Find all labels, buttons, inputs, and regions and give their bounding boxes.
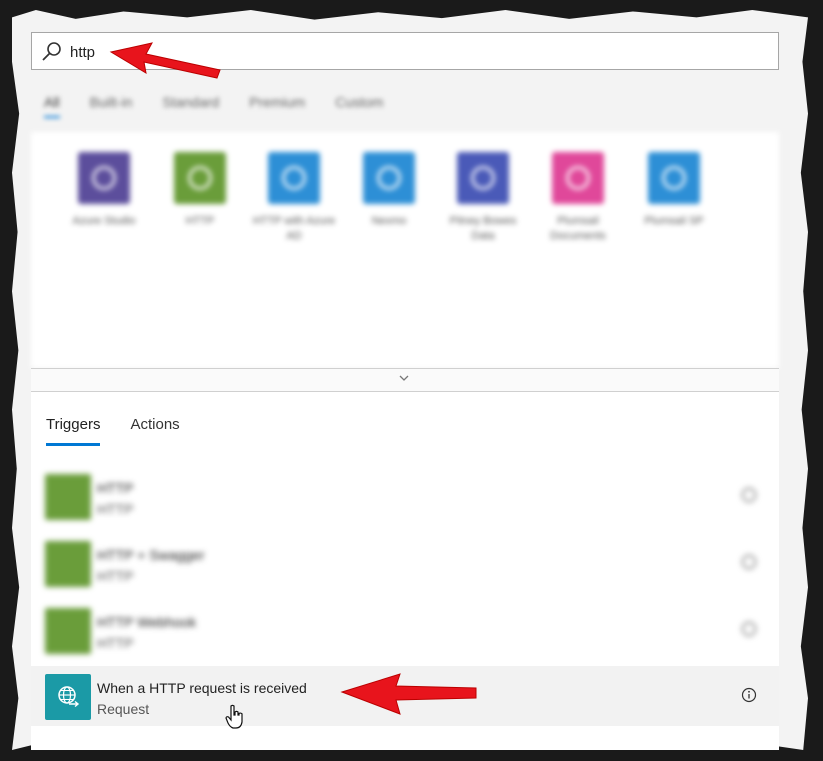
filter-tab-premium[interactable]: Premium	[249, 94, 305, 118]
connector-icon	[363, 152, 415, 204]
info-icon[interactable]	[741, 687, 757, 703]
connector-item[interactable]: Nexmo	[344, 152, 434, 229]
connector-item[interactable]: Plumsail Documents	[533, 152, 623, 244]
tab-actions[interactable]: Actions	[130, 416, 179, 446]
http-icon	[45, 541, 91, 587]
chevron-down-icon	[399, 375, 409, 381]
info-icon[interactable]	[741, 621, 757, 637]
globe-icon	[58, 686, 80, 708]
connector-icon	[78, 152, 130, 204]
connector-icon	[552, 152, 604, 204]
connector-label: Nexmo	[371, 215, 407, 227]
item-title: HTTP Webhook	[97, 614, 197, 630]
search-icon	[42, 42, 61, 61]
hand-cursor-icon	[225, 704, 243, 729]
tab-triggers[interactable]: Triggers	[46, 416, 101, 446]
connector-item[interactable]: Plumsail SP	[629, 152, 719, 229]
connector-icon	[457, 152, 509, 204]
result-tabs: Triggers Actions	[46, 416, 180, 446]
connector-grid: Azure Studio HTTP HTTP with Azure AD Nex…	[31, 132, 779, 368]
connector-item[interactable]: HTTP	[155, 152, 245, 229]
connector-icon	[648, 152, 700, 204]
connector-icon	[174, 152, 226, 204]
connector-label: HTTP with Azure AD	[252, 215, 336, 242]
collapse-toggle[interactable]	[31, 368, 779, 392]
item-title: When a HTTP request is received	[97, 680, 307, 696]
request-icon	[45, 674, 91, 720]
connector-label: Plumsail SP	[644, 215, 704, 227]
http-icon	[45, 474, 91, 520]
connector-item[interactable]: Pitney Bowes Data	[438, 152, 528, 244]
filter-tab-standard[interactable]: Standard	[162, 94, 219, 118]
item-title: HTTP + Swagger	[97, 547, 205, 563]
http-icon	[45, 608, 91, 654]
filter-tabs: All Built-in Standard Premium Custom	[44, 94, 383, 118]
info-icon[interactable]	[741, 487, 757, 503]
connector-label: HTTP	[185, 215, 215, 227]
filter-tab-built-in[interactable]: Built-in	[90, 94, 133, 118]
connector-icon	[268, 152, 320, 204]
connector-label: Pitney Bowes Data	[449, 215, 517, 242]
red-arrow-icon	[340, 673, 477, 715]
info-icon[interactable]	[741, 554, 757, 570]
connector-label: Azure Studio	[72, 215, 136, 227]
connector-item[interactable]: Azure Studio	[59, 152, 149, 229]
item-subtitle: HTTP	[97, 568, 134, 584]
list-item[interactable]: HTTP HTTP	[31, 466, 779, 526]
connector-item[interactable]: HTTP with Azure AD	[249, 152, 339, 244]
filter-tab-custom[interactable]: Custom	[335, 94, 383, 118]
item-subtitle: Request	[97, 701, 150, 717]
item-title: HTTP	[97, 480, 134, 496]
item-subtitle: HTTP	[97, 635, 134, 651]
connector-label: Plumsail Documents	[550, 215, 606, 242]
list-item[interactable]: HTTP Webhook HTTP	[31, 600, 779, 660]
filter-tab-all[interactable]: All	[44, 94, 60, 118]
item-subtitle: HTTP	[97, 501, 134, 517]
list-item[interactable]: HTTP + Swagger HTTP	[31, 533, 779, 593]
red-arrow-icon	[109, 42, 221, 79]
